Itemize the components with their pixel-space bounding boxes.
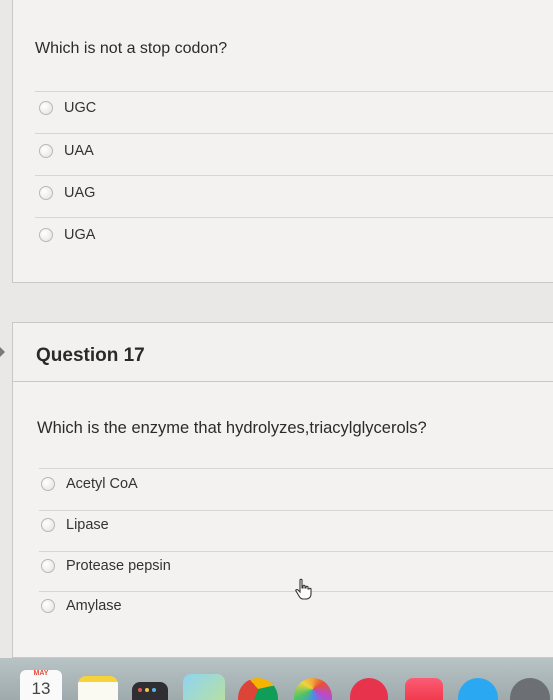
option-acetyl-coa[interactable]: Acetyl CoA — [41, 472, 138, 496]
radio-button[interactable] — [39, 186, 53, 200]
option-label: UAG — [64, 185, 96, 201]
question-title: Question 17 — [36, 345, 145, 366]
option-label: UGA — [64, 227, 96, 243]
question-17-card: Question 17 Which is the enzyme that hyd… — [12, 322, 553, 658]
radio-button[interactable] — [41, 599, 55, 613]
hand-cursor-icon — [295, 578, 312, 600]
divider — [39, 510, 553, 511]
question-header: Question 17 — [13, 323, 553, 382]
preferences-icon[interactable] — [510, 678, 550, 700]
divider — [35, 133, 553, 134]
option-ugc[interactable]: UGC — [39, 96, 96, 120]
option-label: UAA — [64, 143, 94, 159]
radio-button[interactable] — [39, 101, 53, 115]
radio-button[interactable] — [41, 518, 55, 532]
divider — [35, 175, 553, 176]
launchpad-icon[interactable] — [132, 682, 168, 700]
option-lipase[interactable]: Lipase — [41, 513, 109, 537]
app-store-icon[interactable] — [458, 678, 498, 700]
question-16-text: Which is not a stop codon? — [35, 40, 228, 57]
option-uga[interactable]: UGA — [39, 223, 95, 247]
option-amylase[interactable]: Amylase — [41, 594, 122, 618]
divider — [35, 217, 553, 218]
option-label: Amylase — [66, 598, 122, 614]
option-label: UGC — [64, 100, 97, 116]
dock: MAY 13 — [0, 658, 553, 700]
radio-button[interactable] — [39, 228, 53, 242]
photos-icon[interactable] — [294, 678, 332, 700]
option-label: Lipase — [66, 517, 109, 533]
question-17-text: Which is the enzyme that hydrolyzes,tria… — [37, 419, 427, 437]
maps-icon[interactable] — [183, 674, 225, 700]
option-uaa[interactable]: UAA — [39, 139, 94, 163]
option-label: Protease pepsin — [66, 558, 171, 574]
question-16-card: Which is not a stop codon? UGC UAA UAG U… — [12, 0, 553, 283]
radio-button[interactable] — [39, 144, 53, 158]
option-uag[interactable]: UAG — [39, 181, 95, 205]
calendar-icon[interactable]: MAY 13 — [20, 670, 62, 700]
radio-button[interactable] — [41, 477, 55, 491]
divider — [35, 91, 553, 92]
chrome-icon[interactable] — [238, 678, 278, 700]
option-protease-pepsin[interactable]: Protease pepsin — [41, 554, 171, 578]
radio-button[interactable] — [41, 559, 55, 573]
calendar-day: 13 — [31, 679, 51, 698]
option-label: Acetyl CoA — [66, 476, 138, 492]
collapse-caret-icon[interactable] — [0, 347, 5, 357]
music-icon[interactable] — [405, 678, 443, 700]
divider — [39, 468, 553, 469]
notes-icon[interactable] — [78, 676, 118, 700]
calendar-month: MAY — [33, 670, 49, 677]
news-icon[interactable] — [350, 678, 388, 700]
divider — [39, 551, 553, 552]
